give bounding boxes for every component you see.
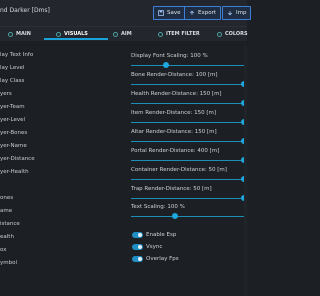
slider-track[interactable]	[131, 160, 247, 161]
window-title: nd Darker [Dms]	[0, 7, 50, 14]
save-button[interactable]: Save	[153, 6, 186, 20]
save-label: Save	[167, 10, 181, 16]
scrollbar[interactable]	[244, 46, 247, 296]
list-item[interactable]: ones	[0, 195, 13, 204]
list-item[interactable]: yers	[0, 91, 12, 100]
slider-track[interactable]	[131, 141, 247, 142]
slider-label: Container Render-Distance: 50 [m]	[131, 167, 227, 173]
list-item[interactable]: yer-Distance	[0, 156, 35, 165]
tab-aim-label: AIM	[121, 31, 132, 37]
tab-bar: MAIN VISUALS AIM ITEM FILTER COLORS	[0, 26, 248, 41]
slider-label: Bone Render-Distance: 100 [m]	[131, 72, 218, 78]
tab-main[interactable]: MAIN	[8, 27, 31, 41]
tab-item-filter-label: ITEM FILTER	[166, 31, 200, 37]
toggle-label: Enable Esp	[146, 232, 177, 238]
slider-track[interactable]	[131, 65, 247, 66]
palette-icon	[217, 31, 222, 37]
vsync-toggle[interactable]	[132, 244, 143, 250]
import-button[interactable]: Imp	[222, 6, 252, 20]
list-item[interactable]: istance	[0, 221, 20, 230]
slider-track[interactable]	[131, 122, 247, 123]
filter-icon	[158, 31, 163, 37]
slider-track[interactable]	[131, 84, 247, 85]
slider-label: Portal Render-Distance: 400 [m]	[131, 148, 220, 154]
eye-icon	[56, 31, 61, 37]
export-icon	[189, 10, 195, 15]
list-item[interactable]: ame	[0, 208, 12, 217]
settings-panel: Display Font Scaling: 100 % Bone Render-…	[128, 46, 247, 296]
save-icon	[158, 10, 164, 16]
import-icon	[227, 11, 233, 16]
slider-track[interactable]	[131, 103, 247, 104]
left-panel: lay Text Info lay Level lay Class yers y…	[0, 46, 124, 296]
list-item[interactable]: ox	[0, 247, 6, 256]
list-item[interactable]: ymbol	[0, 260, 17, 269]
slider-handle[interactable]	[162, 62, 169, 68]
menu-icon	[8, 31, 13, 37]
slider-handle[interactable]	[172, 213, 179, 219]
tab-aim[interactable]: AIM	[113, 27, 132, 41]
target-icon	[113, 31, 118, 37]
list-item[interactable]: yer-Bones	[0, 130, 27, 139]
list-item[interactable]: ealth	[0, 234, 14, 243]
list-item[interactable]: yer-Team	[0, 104, 25, 113]
slider-label: Health Render-Distance: 150 [m]	[131, 91, 222, 97]
slider-track[interactable]	[131, 179, 247, 180]
list-item[interactable]: lay Class	[0, 78, 24, 87]
slider-track[interactable]	[131, 198, 247, 199]
tab-main-label: MAIN	[16, 31, 31, 37]
export-button[interactable]: Export	[184, 6, 222, 20]
slider-track[interactable]	[131, 216, 247, 217]
export-label: Export	[198, 10, 217, 16]
toggle-label: Overlay Fps	[146, 256, 179, 262]
slider-label: Altar Render-Distance: 150 [m]	[131, 129, 217, 135]
overlay-fps-toggle[interactable]	[132, 256, 143, 262]
list-item[interactable]: lay Text Info	[0, 52, 33, 61]
list-item[interactable]: lay Level	[0, 65, 24, 74]
list-item[interactable]: yer-Level	[0, 117, 25, 126]
slider-label: Display Font Scaling: 100 %	[131, 53, 208, 59]
tab-colors-label: COLORS	[225, 31, 248, 37]
tab-visuals-label: VISUALS	[64, 31, 88, 37]
tab-colors[interactable]: COLORS	[217, 27, 248, 41]
list-item[interactable]: yer-Name	[0, 143, 27, 152]
slider-label: Item Render-Distance: 150 [m]	[131, 110, 217, 116]
title-bar: nd Darker [Dms] Save Export Imp	[0, 0, 252, 26]
slider-label: Text Scaling: 100 %	[131, 204, 185, 210]
list-item[interactable]: yer-Health	[0, 169, 29, 178]
import-label: Imp	[236, 10, 247, 16]
toggle-label: Vsync	[146, 244, 163, 250]
tab-item-filter[interactable]: ITEM FILTER	[158, 27, 200, 41]
slider-label: Trap Render-Distance: 50 [m]	[131, 186, 212, 192]
enable-esp-toggle[interactable]	[132, 232, 143, 238]
active-tab-indicator	[44, 38, 108, 40]
